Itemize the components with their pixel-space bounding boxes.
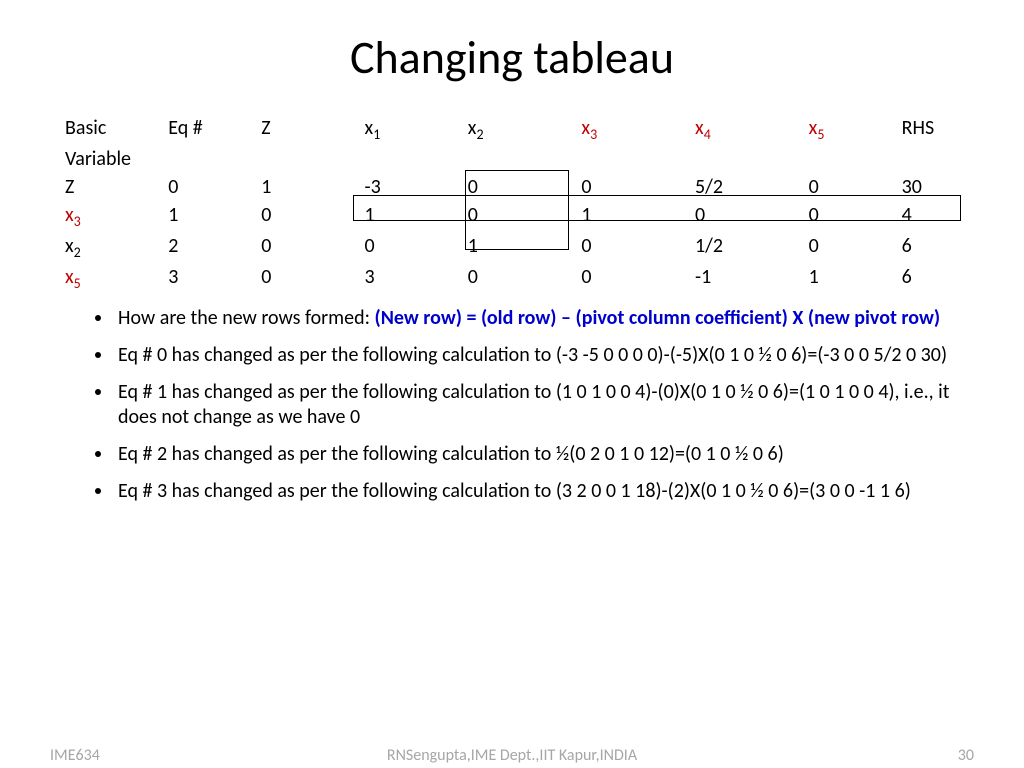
cell: 2 — [168, 232, 261, 263]
table-row: x3 1 0 1 0 1 0 0 4 — [65, 201, 974, 232]
cell: 0 — [809, 201, 902, 232]
cell: 6 — [902, 232, 974, 263]
cell: 4 — [902, 201, 974, 232]
cell: 1 — [168, 201, 261, 232]
header-z: Z — [261, 114, 364, 145]
row-label: Z — [65, 173, 168, 201]
row-label: x3 — [65, 201, 168, 232]
cell: 1/2 — [695, 232, 809, 263]
cell: 5/2 — [695, 173, 809, 201]
note-prefix: How are the new rows formed: — [118, 306, 374, 330]
cell: 1 — [581, 201, 695, 232]
cell: 0 — [695, 201, 809, 232]
cell: 30 — [902, 173, 974, 201]
table-row: x5 3 0 3 0 0 -1 1 6 — [65, 263, 974, 294]
cell: 3 — [168, 263, 261, 294]
footer-center: RNSengupta,IME Dept.,IIT Kapur,INDIA — [50, 746, 974, 765]
cell: 0 — [468, 263, 582, 294]
note-item: Eq # 3 has changed as per the following … — [114, 479, 974, 504]
cell: 0 — [581, 232, 695, 263]
header-x2: x2 — [468, 114, 582, 145]
header-x3: x3 — [581, 114, 695, 145]
row-label: x5 — [65, 263, 168, 294]
cell: 0 — [261, 263, 364, 294]
table-row: x2 2 0 0 1 0 1/2 0 6 — [65, 232, 974, 263]
header-eq: Eq # — [168, 114, 261, 145]
cell: 0 — [468, 173, 582, 201]
note-item: Eq # 2 has changed as per the following … — [114, 442, 974, 467]
slide-title: Changing tableau — [50, 30, 974, 86]
cell: 0 — [581, 263, 695, 294]
cell: 3 — [365, 263, 468, 294]
cell: 0 — [168, 173, 261, 201]
cell: 0 — [809, 232, 902, 263]
cell: -3 — [365, 173, 468, 201]
note-item: Eq # 1 has changed as per the following … — [114, 380, 974, 430]
header-rhs: RHS — [902, 114, 974, 145]
table-header-row: Basic Eq # Z x1 x2 x3 x4 x5 RHS — [65, 114, 974, 145]
note-item: How are the new rows formed: (New row) =… — [114, 306, 974, 331]
cell: 0 — [581, 173, 695, 201]
table-subheader-row: Variable — [65, 145, 974, 173]
cell: 1 — [809, 263, 902, 294]
header-x4: x4 — [695, 114, 809, 145]
note-formula: (New row) = (old row) – (pivot column co… — [374, 306, 940, 330]
cell: 1 — [468, 232, 582, 263]
cell: 0 — [261, 201, 364, 232]
cell: 1 — [365, 201, 468, 232]
header-basic: Basic — [65, 114, 168, 145]
cell: 0 — [261, 232, 364, 263]
row-label: x2 — [65, 232, 168, 263]
header-x5: x5 — [809, 114, 902, 145]
cell: 0 — [468, 201, 582, 232]
subheader-variable: Variable — [65, 145, 168, 173]
header-x1: x1 — [365, 114, 468, 145]
table-row: Z 0 1 -3 0 0 5/2 0 30 — [65, 173, 974, 201]
cell: 0 — [809, 173, 902, 201]
cell: -1 — [695, 263, 809, 294]
cell: 1 — [261, 173, 364, 201]
cell: 6 — [902, 263, 974, 294]
notes-list: How are the new rows formed: (New row) =… — [50, 306, 974, 504]
note-item: Eq # 0 has changed as per the following … — [114, 343, 974, 368]
footer-page-number: 30 — [958, 746, 974, 765]
simplex-tableau: Basic Eq # Z x1 x2 x3 x4 x5 RHS Variable… — [65, 114, 974, 294]
cell: 0 — [365, 232, 468, 263]
